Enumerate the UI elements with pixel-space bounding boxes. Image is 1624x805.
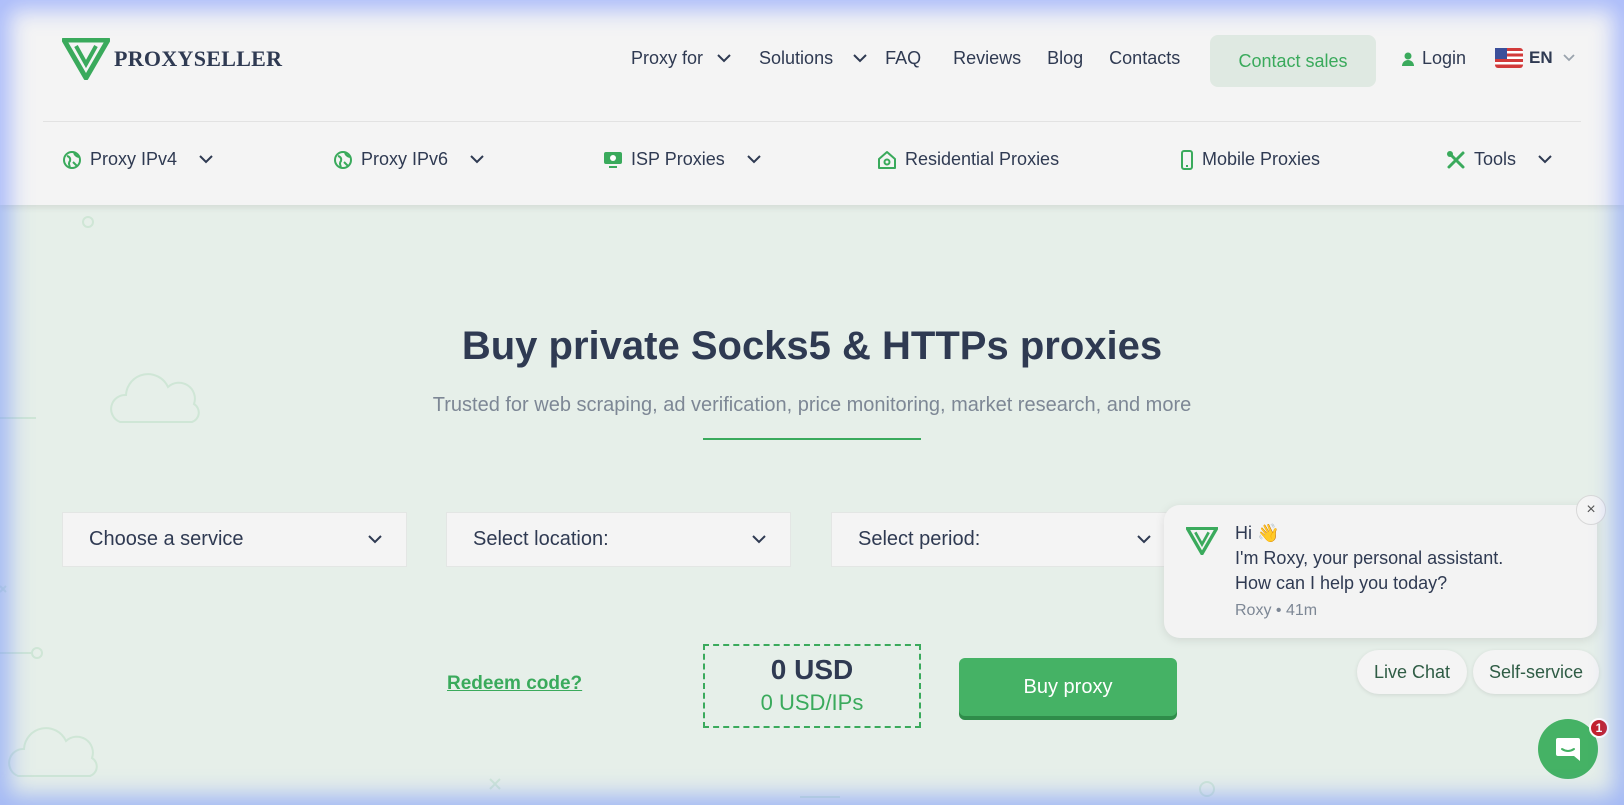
subnav-isp-label: ISP Proxies	[631, 149, 725, 169]
nav-blog-label: Blog	[1047, 48, 1084, 68]
nav-reviews[interactable]: Reviews	[953, 48, 1021, 69]
chat-message-text: Hi 👋 I'm Roxy, your personal assistant. …	[1235, 521, 1503, 596]
service-select-value: Choose a service	[89, 528, 244, 550]
login-link[interactable]: Login	[1402, 48, 1466, 69]
language-label: EN	[1529, 48, 1553, 67]
home-icon	[878, 150, 896, 169]
top-navigation: Proxy for Solutions FAQ Reviews Blog Con…	[631, 48, 1180, 69]
logo[interactable]: PROXYSELLER	[62, 38, 282, 80]
chat-bubble-icon	[1556, 738, 1580, 761]
subnav-ipv4-label: Proxy IPv4	[90, 149, 178, 169]
tools-icon	[1447, 150, 1465, 168]
nav-solutions-label: Solutions	[759, 48, 834, 68]
user-icon	[1402, 52, 1414, 66]
language-selector[interactable]: EN	[1495, 48, 1575, 68]
nav-reviews-label: Reviews	[953, 48, 1022, 68]
redeem-code-link[interactable]: Redeem code?	[447, 673, 582, 695]
site-header: PROXYSELLER Proxy for Solutions FAQ Revi…	[0, 0, 1624, 205]
chat-greeting: Hi 👋	[1235, 523, 1280, 543]
service-select[interactable]: Choose a service	[62, 512, 407, 567]
subnav-residential-label: Residential Proxies	[905, 149, 1060, 169]
price-per-ip: 0 USD/IPs	[760, 690, 864, 715]
monitor-icon	[604, 151, 622, 168]
subnav-isp[interactable]: ISP Proxies	[603, 149, 761, 170]
buy-proxy-button[interactable]: Buy proxy	[959, 658, 1177, 716]
logo-icon	[62, 38, 110, 80]
subnav-ipv6[interactable]: Proxy IPv6	[333, 149, 484, 170]
chevron-down-icon	[368, 535, 382, 544]
nav-solutions[interactable]: Solutions	[759, 48, 867, 69]
live-chat-button[interactable]: Live Chat	[1357, 650, 1467, 694]
chevron-down-icon	[1562, 54, 1575, 62]
chevron-down-icon	[747, 155, 761, 164]
chat-line-2: How can I help you today?	[1235, 573, 1448, 593]
header-divider	[43, 121, 1581, 122]
subnav-ipv6-label: Proxy IPv6	[361, 149, 449, 169]
period-select[interactable]: Select period:	[831, 512, 1176, 567]
assistant-avatar-icon	[1186, 527, 1218, 555]
unread-badge: 1	[1589, 718, 1609, 738]
location-select-value: Select location:	[473, 528, 609, 550]
total-price: 0 USD	[770, 654, 854, 685]
chevron-down-icon	[1137, 535, 1151, 544]
price-summary: 0 USD 0 USD/IPs	[703, 644, 921, 728]
period-select-value: Select period:	[858, 528, 981, 550]
chevron-down-icon	[199, 155, 213, 164]
nav-blog[interactable]: Blog	[1047, 48, 1083, 69]
logo-text: PROXYSELLER	[114, 46, 283, 71]
us-flag-icon	[1495, 48, 1523, 68]
chat-close-button[interactable]: ×	[1576, 495, 1606, 525]
chevron-down-icon	[853, 54, 867, 63]
nav-proxy-for-label: Proxy for	[631, 48, 704, 68]
subnav-residential[interactable]: Residential Proxies	[877, 149, 1059, 170]
title-underline	[703, 438, 921, 440]
contact-sales-button[interactable]: Contact sales	[1210, 35, 1376, 87]
nav-contacts[interactable]: Contacts	[1109, 48, 1180, 69]
subnav-tools-label: Tools	[1474, 149, 1517, 169]
page-subtitle: Trusted for web scraping, ad verificatio…	[432, 394, 1192, 416]
subnav-mobile-label: Mobile Proxies	[1202, 149, 1321, 169]
nav-contacts-label: Contacts	[1109, 48, 1181, 68]
nav-faq[interactable]: FAQ	[885, 48, 921, 69]
chevron-down-icon	[752, 535, 766, 544]
chat-line-1: I'm Roxy, your personal assistant.	[1235, 548, 1504, 568]
subnav-ipv4[interactable]: Proxy IPv4	[62, 149, 213, 170]
nav-faq-label: FAQ	[885, 48, 922, 68]
subnav-mobile[interactable]: Mobile Proxies	[1180, 149, 1320, 170]
login-label: Login	[1422, 48, 1467, 68]
nav-proxy-for[interactable]: Proxy for	[631, 48, 731, 69]
chat-meta: Roxy • 41m	[1235, 602, 1318, 619]
location-select[interactable]: Select location:	[446, 512, 791, 567]
subnav-tools[interactable]: Tools	[1446, 149, 1552, 170]
page-title: Buy private Socks5 & HTTPs proxies	[461, 324, 1163, 368]
phone-icon	[1181, 149, 1193, 170]
self-service-button[interactable]: Self-service	[1473, 650, 1599, 694]
chevron-down-icon	[470, 155, 484, 164]
chat-message-card[interactable]: Hi 👋 I'm Roxy, your personal assistant. …	[1164, 505, 1597, 638]
chevron-down-icon	[717, 54, 731, 63]
globe-icon	[334, 150, 352, 169]
globe-icon	[63, 150, 81, 169]
chevron-down-icon	[1538, 155, 1552, 164]
